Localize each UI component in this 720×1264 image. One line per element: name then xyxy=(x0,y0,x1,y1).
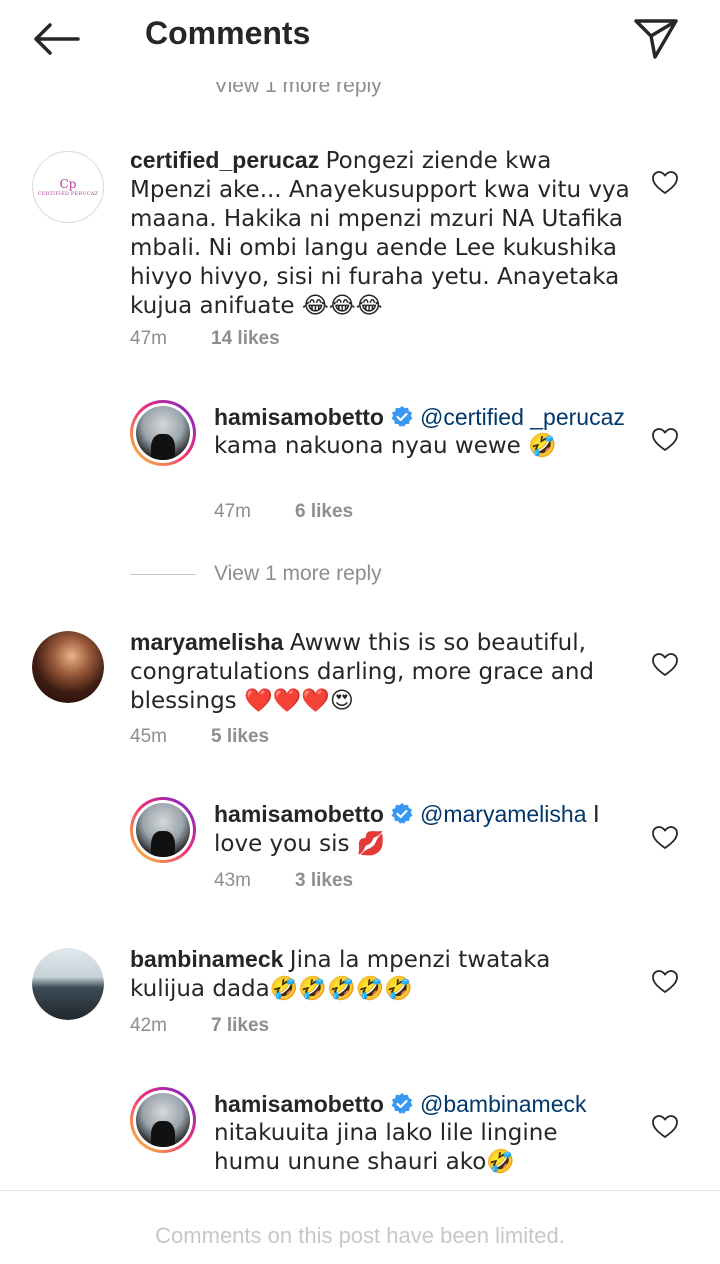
comment-time: 45m xyxy=(130,726,167,747)
like-heart-icon[interactable] xyxy=(651,170,679,196)
view-more-replies-link-clipped[interactable]: View 1 more reply xyxy=(214,82,514,104)
comment-username[interactable]: bambinameck xyxy=(130,946,283,972)
comment-likes[interactable]: 5 likes xyxy=(211,726,269,748)
comment-text: Pongezi ziende kwa Mpenzi ake... Anayeku… xyxy=(130,148,630,319)
reply-likes[interactable]: 3 likes xyxy=(295,870,353,892)
reply-mention[interactable]: @certified _perucaz xyxy=(420,404,625,430)
reply-time: 47m xyxy=(214,501,251,522)
verified-badge-icon xyxy=(391,1093,413,1114)
avatar-logo-glyph: Cp xyxy=(59,176,77,191)
reply-body: hamisamobetto @certified _perucaz kama na… xyxy=(214,403,634,460)
avatar-photo xyxy=(32,948,104,1020)
like-heart-icon[interactable] xyxy=(651,1114,679,1140)
header-bar: Comments xyxy=(0,0,720,78)
comment-meta: 42m 7 likes xyxy=(130,1015,430,1039)
verified-badge-icon xyxy=(391,803,413,824)
reply-username[interactable]: hamisamobetto xyxy=(214,404,384,430)
reply-text: kama nakuona nyau wewe 🤣 xyxy=(214,433,557,459)
avatar[interactable] xyxy=(130,1087,196,1153)
comment-time: 42m xyxy=(130,1015,167,1036)
reply-likes[interactable]: 6 likes xyxy=(295,501,353,523)
like-heart-icon[interactable] xyxy=(651,652,679,678)
verified-badge-icon xyxy=(391,406,413,427)
comment-body: certified_perucaz Pongezi ziende kwa Mpe… xyxy=(130,146,630,320)
comment-meta: 45m 5 likes xyxy=(130,726,430,750)
comment-time: 47m xyxy=(130,328,167,349)
comment-username[interactable]: maryamelisha xyxy=(130,629,283,655)
avatar[interactable]: Cp CERTIFIED PERUCAZ xyxy=(32,151,104,223)
avatar[interactable] xyxy=(130,797,196,863)
avatar[interactable] xyxy=(32,631,104,703)
reply-body: hamisamobetto @bambinameck nitakuuita jin… xyxy=(214,1090,624,1176)
avatar-photo xyxy=(32,631,104,703)
paper-plane-icon xyxy=(634,19,678,59)
avatar[interactable] xyxy=(32,948,104,1020)
reply-mention[interactable]: @bambinameck xyxy=(420,1091,587,1117)
share-button[interactable] xyxy=(630,14,682,64)
comments-limited-notice: Comments on this post have been limited. xyxy=(155,1223,565,1248)
divider xyxy=(130,574,196,575)
comment-body: maryamelisha Awww this is so beautiful, … xyxy=(130,628,610,715)
like-heart-icon[interactable] xyxy=(651,825,679,851)
back-button[interactable] xyxy=(28,16,84,62)
reply-username[interactable]: hamisamobetto xyxy=(214,1091,384,1117)
avatar-photo xyxy=(136,803,190,857)
avatar-photo xyxy=(136,406,190,460)
avatar-photo xyxy=(136,1093,190,1147)
reply-body: hamisamobetto @maryamelisha I love you si… xyxy=(214,800,624,858)
comment-likes[interactable]: 14 likes xyxy=(211,328,280,350)
like-heart-icon[interactable] xyxy=(651,969,679,995)
comment-username[interactable]: certified_perucaz xyxy=(130,147,319,173)
avatar-logo-text: CERTIFIED PERUCAZ xyxy=(37,190,99,197)
like-heart-icon[interactable] xyxy=(651,427,679,453)
comments-limited-footer: Comments on this post have been limited. xyxy=(0,1190,720,1264)
comment-meta: 47m 14 likes xyxy=(130,328,430,352)
page-title: Comments xyxy=(145,15,311,51)
reply-username[interactable]: hamisamobetto xyxy=(214,801,384,827)
reply-mention[interactable]: @maryamelisha xyxy=(420,801,587,827)
reply-meta: 47m 6 likes xyxy=(214,501,514,525)
comment-body: bambinameck Jina la mpenzi twataka kulij… xyxy=(130,945,620,1003)
arrow-left-icon xyxy=(34,23,80,55)
reply-time: 43m xyxy=(214,870,251,891)
reply-text: nitakuuita jina lako lile lingine humu u… xyxy=(214,1120,558,1175)
comment-likes[interactable]: 7 likes xyxy=(211,1015,269,1037)
reply-meta: 43m 3 likes xyxy=(214,870,514,894)
avatar[interactable] xyxy=(130,400,196,466)
